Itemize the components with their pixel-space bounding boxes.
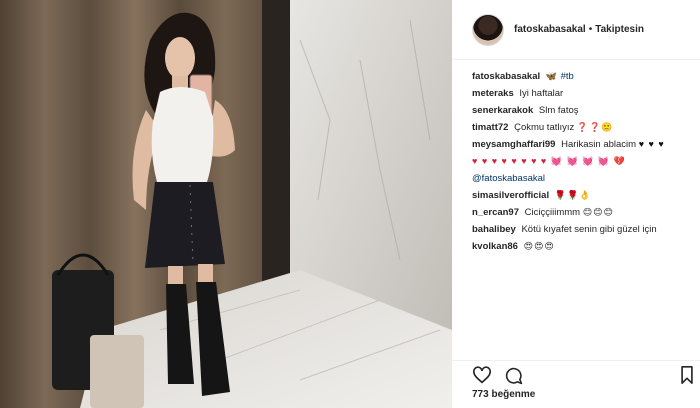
post-photo[interactable] xyxy=(0,0,452,408)
comment-item: timatt72 Çokmu tatlıyız ❓❓🙂 xyxy=(472,119,692,136)
heart-emoji-row: ♥ ♥ ♥ xyxy=(638,139,665,149)
comment-icon[interactable] xyxy=(504,366,523,390)
comment-item: meysamghaffari99 Harikasin ablacim ♥ ♥ ♥ xyxy=(472,136,692,153)
post-side-panel: fatoskabasakal • Takiptesin fatoskabasak… xyxy=(452,0,700,408)
action-bar xyxy=(452,360,700,389)
comment-username[interactable]: simasilverofficial xyxy=(472,190,549,201)
comment-text: Harikasin ablacim xyxy=(561,139,637,150)
avatar[interactable] xyxy=(472,13,504,46)
hashtag-link[interactable]: #tb xyxy=(561,71,574,82)
comment-continuation: @fatoskabasakal xyxy=(472,170,692,187)
comment-username[interactable]: meysamghaffari99 xyxy=(472,139,555,150)
comment-emoji: ❓❓🙂 xyxy=(576,122,614,132)
comment-caption: fatoskabasakal 🦋 #tb xyxy=(472,68,692,85)
author-username[interactable]: fatoskabasakal xyxy=(514,24,586,35)
comment-text: Ciciççiiimmm xyxy=(524,207,581,218)
heart-emoji-row: ♥ ♥ ♥ ♥ ♥ ♥ ♥ ♥ 💓 💓 💓 💓 💔 xyxy=(472,156,626,166)
comment-item: bahalibey Kötü kıyafet senin gibi güzel … xyxy=(472,221,692,238)
comment-item: simasilverofficial 🌹🌹👌 xyxy=(472,187,692,204)
separator-dot: • xyxy=(588,24,593,35)
comment-list: fatoskabasakal 🦋 #tb meteraks Iyi haftal… xyxy=(452,60,700,255)
butterfly-emoji: 🦋 xyxy=(545,71,558,81)
comment-username[interactable]: kvolkan86 xyxy=(472,241,518,252)
comment-item: senerkarakok Slm fatoş xyxy=(472,102,692,119)
comment-emoji: 😊😊😊 xyxy=(582,207,614,217)
follow-status[interactable]: Takiptesin xyxy=(595,24,644,35)
comment-text: Çokmu tatlıyız xyxy=(514,122,575,133)
comment-text: Iyi haftalar xyxy=(519,88,564,99)
comment-username[interactable]: meteraks xyxy=(472,88,514,99)
comment-emoji: 🌹🌹👌 xyxy=(554,190,592,200)
comment-continuation: ♥ ♥ ♥ ♥ ♥ ♥ ♥ ♥ 💓 💓 💓 💓 💔 xyxy=(472,153,692,170)
comment-username[interactable]: senerkarakok xyxy=(472,105,533,116)
bookmark-icon[interactable] xyxy=(680,366,694,389)
heart-icon[interactable] xyxy=(472,366,492,389)
comment-username[interactable]: timatt72 xyxy=(472,122,508,133)
mention-link[interactable]: @fatoskabasakal xyxy=(472,173,545,184)
fitting-room-selfie xyxy=(0,0,452,408)
post-header: fatoskabasakal • Takiptesin xyxy=(452,0,700,60)
comment-username[interactable]: bahalibey xyxy=(472,224,516,235)
comment-username[interactable]: fatoskabasakal xyxy=(472,71,540,82)
comment-item: n_ercan97 Ciciççiiimmm 😊😊😊 xyxy=(472,204,692,221)
comment-emoji: 😍😍😍 xyxy=(523,241,555,251)
comment-username[interactable]: n_ercan97 xyxy=(472,207,519,218)
comment-item: meteraks Iyi haftalar xyxy=(472,85,692,102)
comment-text: Kötü kıyafet senin gibi güzel için xyxy=(521,224,657,235)
comment-item: kvolkan86 😍😍😍 xyxy=(472,238,692,255)
like-count[interactable]: 773 beğenme xyxy=(472,389,535,400)
comment-text: Slm fatoş xyxy=(538,105,579,116)
